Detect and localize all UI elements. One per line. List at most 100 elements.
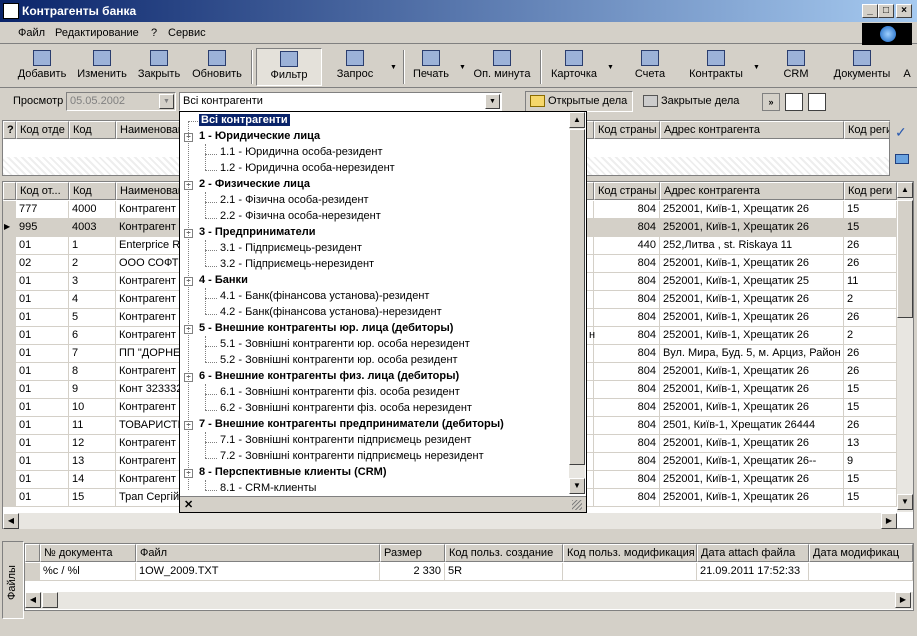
main-cell-country[interactable]: 804 — [594, 417, 660, 435]
files-col-modifier[interactable]: Код польз. модификация — [563, 544, 697, 562]
file-cell-size[interactable]: 2 330 — [380, 563, 445, 581]
closed-cases-button[interactable]: Закрытые дела — [638, 91, 748, 112]
row-indicator[interactable] — [3, 201, 16, 219]
tree-item[interactable]: 3.2 - Підприємець-нерезидент — [220, 258, 374, 270]
row-indicator[interactable] — [3, 255, 16, 273]
main-cell-address[interactable]: 252001, Київ-1, Хрещатик 26 — [660, 255, 844, 273]
tree-item[interactable]: 6.2 - Зовнішні контрагенти фіз. особа не… — [220, 402, 472, 414]
menu-help[interactable]: ? — [151, 27, 157, 39]
main-cell-dept[interactable]: 777 — [16, 201, 69, 219]
file-cell-docnum[interactable]: %с / %l — [40, 563, 136, 581]
main-cell-country[interactable]: 804 — [594, 435, 660, 453]
main-cell-country[interactable]: 804 — [594, 273, 660, 291]
main-col-address[interactable]: Адрес контрагента — [660, 182, 844, 200]
row-indicator[interactable]: ▶ — [3, 219, 16, 237]
main-cell-dept[interactable]: 995 — [16, 219, 69, 237]
main-cell-dept[interactable]: 01 — [16, 309, 69, 327]
tree-item[interactable]: 2.1 - Фізична особа-резидент — [220, 194, 369, 206]
filter-col-dept[interactable]: Код отде — [16, 121, 69, 139]
main-cell-code[interactable]: 5 — [69, 309, 116, 327]
scroll-up-icon[interactable]: ▲ — [569, 112, 585, 128]
menu-file[interactable]: Файл — [18, 27, 45, 39]
files-hscrollbar[interactable]: ◀ ▶ — [25, 592, 913, 609]
main-cell-country[interactable]: 804 — [594, 471, 660, 489]
filter-col-country[interactable]: Код страны — [594, 121, 660, 139]
main-col-dept[interactable]: Код от... — [16, 182, 69, 200]
row-indicator[interactable] — [3, 309, 16, 327]
file-cell-creator[interactable]: 5R — [445, 563, 563, 581]
main-cell-code[interactable]: 4000 — [69, 201, 116, 219]
main-cell-country[interactable]: 804 — [594, 327, 660, 345]
menu-edit[interactable]: Редактирование — [55, 27, 139, 39]
row-indicator[interactable] — [3, 345, 16, 363]
main-cell-address[interactable]: 252001, Київ-1, Хрещатик 26 — [660, 381, 844, 399]
minimize-button[interactable]: _ — [862, 4, 878, 18]
tree-group[interactable]: 3 - Предприниматели — [199, 226, 316, 238]
table-view-icon[interactable] — [808, 93, 826, 111]
main-cell-address[interactable]: Вул. Мира, Буд. 5, м. Арциз, Район Г — [660, 345, 844, 363]
main-cell-code[interactable]: 9 — [69, 381, 116, 399]
crm-button[interactable]: CRM — [775, 48, 817, 86]
tree-group[interactable]: 1 - Юридические лица — [199, 130, 320, 142]
row-indicator[interactable] — [3, 381, 16, 399]
maximize-button[interactable]: □ — [878, 4, 894, 18]
tree-group[interactable]: 4 - Банки — [199, 274, 248, 286]
main-cell-dept[interactable]: 01 — [16, 327, 69, 345]
main-cell-code[interactable]: 8 — [69, 363, 116, 381]
main-cell-region[interactable]: 26 — [844, 309, 897, 327]
files-scroll-thumb[interactable] — [42, 592, 58, 608]
grid-view-icon[interactable] — [785, 93, 803, 111]
main-cell-country[interactable]: 804 — [594, 255, 660, 273]
main-cell-code[interactable]: 7 — [69, 345, 116, 363]
query-dropdown-arrow[interactable]: ▼ — [390, 64, 397, 71]
file-cell-name[interactable]: 1OW_2009.TXT — [136, 563, 380, 581]
main-cell-code[interactable]: 11 — [69, 417, 116, 435]
tree-item[interactable]: 8.1 - CRM-клиенты — [220, 482, 316, 494]
main-cell-region[interactable]: 15 — [844, 489, 897, 507]
main-cell-region[interactable]: 26 — [844, 345, 897, 363]
main-cell-address[interactable]: 252001, Київ-1, Хрещатик 26 — [660, 309, 844, 327]
main-cell-region[interactable]: 15 — [844, 471, 897, 489]
add-button[interactable]: Добавить — [14, 48, 70, 86]
main-cell-address[interactable]: 252001, Київ-1, Хрещатик 26 — [660, 201, 844, 219]
tree-scroll-thumb[interactable] — [569, 129, 585, 465]
tree-item[interactable]: 6.1 - Зовнішні контрагенти фіз. особа ре… — [220, 386, 460, 398]
main-cell-country[interactable]: 804 — [594, 309, 660, 327]
main-cell-dept[interactable]: 01 — [16, 381, 69, 399]
more-button[interactable]: A — [900, 48, 914, 86]
main-cell-address[interactable]: 252001, Київ-1, Хрещатик 26 — [660, 471, 844, 489]
main-cell-region[interactable]: 26 — [844, 255, 897, 273]
main-cell-region[interactable]: 26 — [844, 237, 897, 255]
main-cell-code[interactable]: 6 — [69, 327, 116, 345]
scroll-right-icon[interactable]: ▶ — [895, 592, 911, 608]
main-cell-region[interactable]: 26 — [844, 363, 897, 381]
tree-item[interactable]: 7.2 - Зовнішні контрагенти підприємець н… — [220, 450, 484, 462]
main-cell-region[interactable]: 2 — [844, 327, 897, 345]
filter-col-code[interactable]: Код — [69, 121, 116, 139]
documents-button[interactable]: Документы — [830, 48, 894, 86]
main-cell-address[interactable]: 252001, Київ-1, Хрещатик 26 — [660, 219, 844, 237]
accounts-button[interactable]: Счета — [626, 48, 674, 86]
filter-button[interactable]: Фильтр — [256, 48, 322, 86]
files-col-size[interactable]: Размер — [380, 544, 445, 562]
tree-item[interactable]: 4.1 - Банк(фінансова установа)-резидент — [220, 290, 429, 302]
main-cell-country[interactable]: 804 — [594, 219, 660, 237]
row-indicator[interactable] — [3, 399, 16, 417]
row-indicator[interactable] — [3, 417, 16, 435]
tree-item[interactable]: 3.1 - Підприємець-резидент — [220, 242, 362, 254]
main-col-country[interactable]: Код страны — [594, 182, 660, 200]
main-cell-region[interactable]: 26 — [844, 417, 897, 435]
main-cell-address[interactable]: 252,Литва , st. Riskaya 11 — [660, 237, 844, 255]
main-cell-code[interactable]: 13 — [69, 453, 116, 471]
row-indicator[interactable] — [3, 471, 16, 489]
main-cell-region[interactable]: 15 — [844, 201, 897, 219]
row-indicator[interactable] — [3, 363, 16, 381]
files-col-docnum[interactable]: № документа — [40, 544, 136, 562]
file-cell-mod-date[interactable] — [809, 563, 913, 581]
menu-service[interactable]: Сервис — [168, 27, 206, 39]
main-cell-dept[interactable]: 01 — [16, 273, 69, 291]
files-tab[interactable]: Файлы — [2, 541, 24, 619]
row-indicator[interactable] — [3, 291, 16, 309]
main-cell-dept[interactable]: 01 — [16, 237, 69, 255]
tree-group[interactable]: 5 - Внешние контрагенты юр. лица (дебито… — [199, 322, 453, 334]
